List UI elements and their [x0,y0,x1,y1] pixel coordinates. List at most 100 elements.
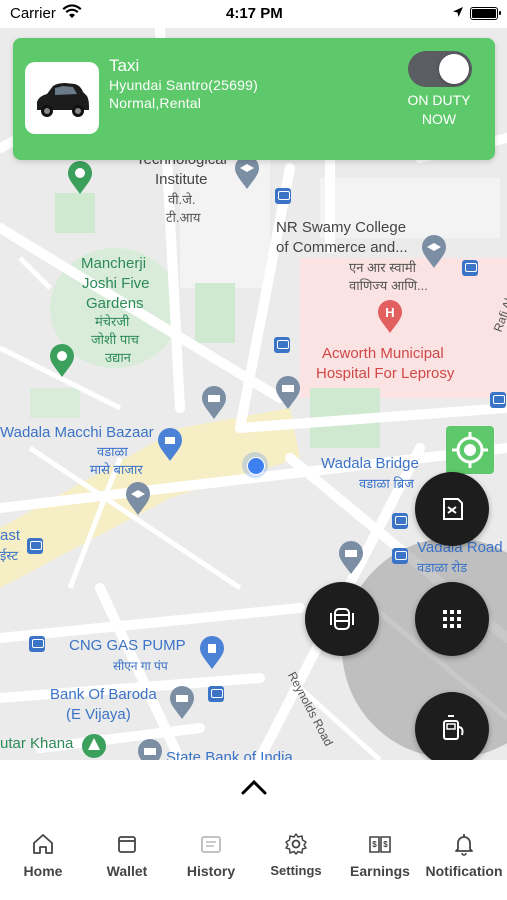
driver-status-card: Taxi Hyundai Santro(25699) Normal,Rental… [13,38,495,160]
home-icon [33,834,53,854]
duty-status-label: ON DUTY NOW [407,92,471,127]
map-label-tech2: Institute [155,171,208,188]
map-label-acworth2: Hospital For Leprosy [316,365,455,382]
nav-label: History [186,863,236,879]
clock: 4:17 PM [226,5,283,22]
taxi-meter-button[interactable] [415,692,489,766]
bus-stop-icon [392,548,408,564]
map-label-tech-hi2: टी.आय [166,210,201,225]
map-label-khana: utar Khana [0,735,74,752]
taxi-meter-icon [443,715,464,740]
nav-notification[interactable]: Notification [422,832,506,892]
map-label-cng: CNG GAS PUMP [69,637,186,654]
bus-stop-icon [208,686,224,702]
map-label-mancherji-hi: मंचेरजी [95,314,130,329]
svg-text:H: H [385,305,394,320]
nav-earnings[interactable]: $ $ Earnings [338,832,422,892]
location-arrow-icon [453,7,463,17]
hospital-pin-icon: H [378,300,402,333]
atm-pin-icon [202,386,226,419]
bus-stop-icon [275,188,291,204]
atm-pin-icon [276,376,300,409]
grid-icon [443,610,461,628]
document-icon [443,498,463,520]
recenter-button[interactable] [446,426,494,474]
car-icon [37,83,89,117]
locate-icon [452,432,488,468]
nav-wallet[interactable]: Wallet [85,832,169,892]
nav-label: Wallet [106,863,148,879]
map-label-tech-hi: वी.जे. [168,192,196,207]
shop-pin-icon [158,428,182,461]
bus-stop-icon [490,392,506,408]
map-label-nrswamy-hi: एन आर स्वामी [349,260,417,275]
map-label-ast-hi: ईस्ट [0,548,18,563]
chevron-up-icon[interactable] [240,778,268,796]
bus-stop-icon [274,337,290,353]
map-label-bob: Bank Of Baroda [50,686,157,703]
tree-pin-icon [82,734,106,758]
svg-text:$: $ [383,840,388,849]
park-pin-icon [50,344,74,377]
college-pin-icon [422,235,446,268]
map-label-cng-hi: सीएन गा पंप [113,659,168,673]
map-label-sbi: State Bank of India [166,749,293,760]
vehicle-image [25,62,99,134]
nav-label: Settings [270,863,322,878]
bottom-panel: Home Wallet History Settings $ $ Earning… [0,760,507,900]
college-pin-icon [235,156,259,189]
wifi-icon [62,4,82,18]
documents-button[interactable] [415,472,489,546]
nav-settings[interactable]: Settings [254,832,338,892]
fuel-pin-icon [200,636,224,669]
bus-stop-icon [27,538,43,554]
nav-history[interactable]: History [169,832,253,892]
nav-home[interactable]: Home [1,832,85,892]
map-label-acworth: Acworth Municipal [322,345,444,362]
bell-icon [455,834,473,856]
seat-icon [330,608,354,630]
nav-label: Notification [425,863,503,879]
bus-stop-icon [392,513,408,529]
wallet-icon [118,836,136,853]
bus-stop-icon [462,260,478,276]
history-icon [201,836,221,853]
map-label-wadala-road-hi: वडाळा रोड [417,560,468,575]
park-pin-icon [68,161,92,194]
bus-stop-icon [29,636,45,652]
map-label-nrswamy2: of Commerce and... [276,239,408,256]
svg-text:$: $ [372,840,377,849]
duty-toggle[interactable] [408,51,472,87]
settings-icon [285,833,307,855]
map-label-wadala-macchi: Wadala Macchi Bazaar [0,424,154,441]
status-bar: Carrier 4:17 PM [0,0,507,28]
map-label-bob2: (E Vijaya) [66,706,131,723]
map-label-mancherji-hi2: जोशी पाच [91,332,139,347]
current-location-marker [242,452,268,478]
map-label-wadala-bridge-hi: वडाळा ब्रिज [359,476,414,491]
bank-pin-icon [170,686,194,719]
battery-icon [470,7,501,20]
map-label-mancherji3: Gardens [86,295,144,312]
vehicle-model: Hyundai Santro(25699) [109,77,258,93]
vehicle-type: Normal,Rental [109,95,202,111]
map-label-ast: ast [0,527,21,544]
nav-label: Earnings [350,863,410,879]
map-label-nrswamy-hi2: वाणिज्य आणि... [349,278,428,293]
seat-button[interactable] [305,582,379,656]
map-label-mancherji-hi3: उद्यान [105,350,131,365]
earnings-icon: $ $ [369,836,391,853]
map-label-wadala-hi2: मासे बाजार [90,462,143,477]
college-pin-icon [126,482,150,515]
menu-grid-button[interactable] [415,582,489,656]
map-label-nrswamy: NR Swamy College [276,219,407,236]
carrier-label: Carrier [10,5,56,22]
nav-label: Home [23,863,63,879]
bank-pin-icon [138,739,162,760]
vehicle-title: Taxi [109,56,140,75]
map-label-mancherji: Mancherji [81,255,147,272]
map-label-wadala-bridge: Wadala Bridge [321,455,419,472]
map-label-wadala-hi: वडाळा [97,444,128,459]
map-label-mancherji2: Joshi Five [82,275,150,292]
atm-pin-icon [339,541,363,574]
